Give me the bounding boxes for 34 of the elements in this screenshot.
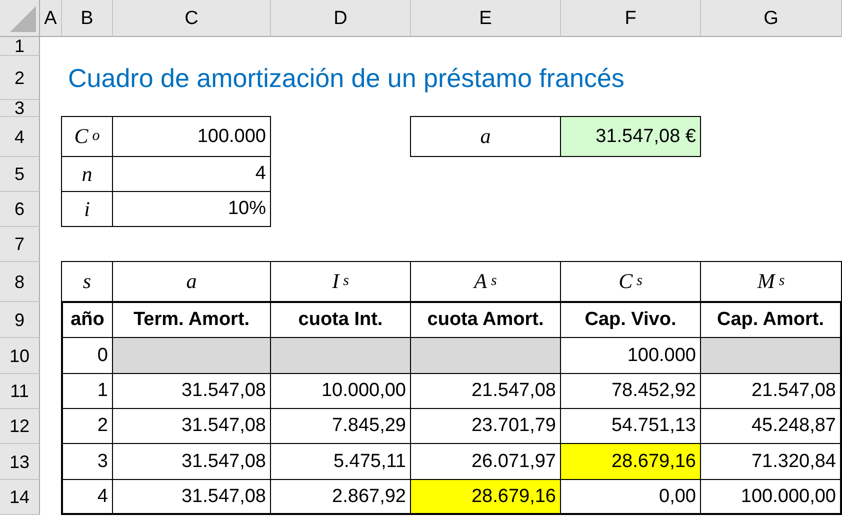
sheet-title: Cuadro de amortización de un préstamo francés bbox=[67, 62, 626, 94]
row-header[interactable]: 1 bbox=[0, 37, 40, 56]
table-cell: 4 bbox=[61, 479, 113, 515]
column-heading: año bbox=[61, 301, 113, 338]
column-header[interactable]: G bbox=[701, 0, 842, 37]
row-header[interactable]: 13 bbox=[0, 444, 40, 480]
row-header[interactable]: 2 bbox=[0, 56, 40, 100]
table-cell: 100.000,00 bbox=[700, 479, 842, 515]
table-cell: s bbox=[61, 261, 113, 302]
row-header[interactable]: 5 bbox=[0, 157, 40, 192]
column-header[interactable]: E bbox=[411, 0, 561, 37]
column-header[interactable]: D bbox=[271, 0, 411, 37]
column-header[interactable]: A bbox=[40, 0, 62, 37]
column-header[interactable]: F bbox=[561, 0, 701, 37]
table-cell: 31.547,08 € bbox=[560, 116, 701, 157]
row-header[interactable]: 9 bbox=[0, 302, 40, 338]
row-header[interactable]: 12 bbox=[0, 409, 40, 444]
row-header[interactable]: 10 bbox=[0, 338, 40, 374]
row-header[interactable]: 8 bbox=[0, 262, 40, 302]
triangle-icon bbox=[10, 6, 36, 32]
table-cell: i bbox=[61, 191, 113, 227]
select-all-button[interactable] bbox=[0, 0, 40, 37]
row-header[interactable]: 6 bbox=[0, 192, 40, 227]
row-header[interactable]: 14 bbox=[0, 480, 40, 515]
row-header[interactable]: 7 bbox=[0, 227, 40, 262]
row-header[interactable]: 11 bbox=[0, 374, 40, 409]
table-cell: 28.679,16 bbox=[410, 479, 561, 515]
column-header[interactable]: B bbox=[62, 0, 113, 37]
table-cell: 28.679,16 bbox=[560, 443, 701, 480]
table-cell: 100.000 bbox=[112, 116, 271, 157]
row-header[interactable]: 4 bbox=[0, 117, 40, 157]
table-cell: 10% bbox=[112, 191, 271, 227]
column-header[interactable]: C bbox=[113, 0, 271, 37]
row-header[interactable]: 3 bbox=[0, 100, 40, 117]
